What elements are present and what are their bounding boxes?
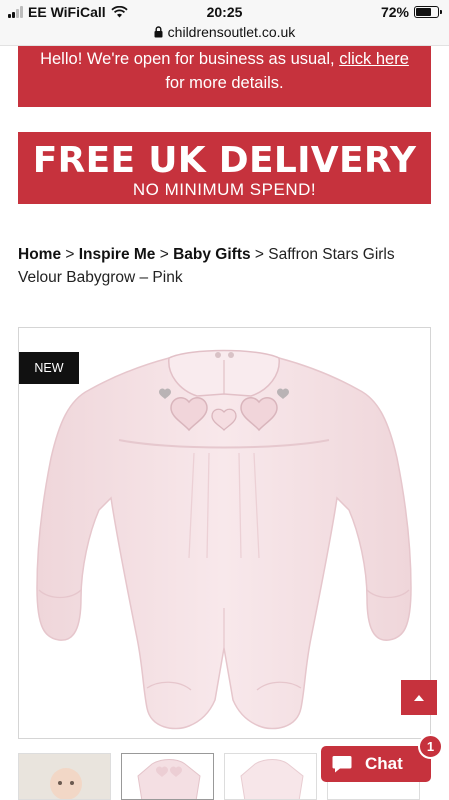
battery-icon — [414, 6, 442, 18]
thumbnail-3[interactable] — [224, 753, 317, 800]
battery-group: 72% — [380, 4, 442, 20]
new-badge: NEW — [19, 352, 79, 384]
free-delivery-banner[interactable]: FREE UK DELIVERY NO MINIMUM SPEND! — [18, 132, 431, 204]
breadcrumb-separator: > — [250, 246, 269, 263]
chat-button[interactable]: Chat — [321, 746, 431, 782]
scroll-to-top-button[interactable] — [401, 680, 437, 715]
babygrow-image — [36, 349, 412, 730]
url-text: childrensoutlet.co.uk — [167, 24, 296, 40]
notice-text: Hello! We're open for business as usual, — [40, 50, 340, 68]
click-here-link[interactable]: click here — [339, 50, 409, 68]
chat-bubble-icon — [332, 756, 352, 773]
breadcrumb: Home > Inspire Me > Baby Gifts > Saffron… — [18, 243, 438, 289]
thumbnail-2[interactable] — [121, 753, 214, 800]
baby-photo-thumbnail — [19, 754, 110, 799]
breadcrumb-separator: > — [61, 246, 79, 263]
chat-label: Chat — [365, 754, 403, 773]
lock-icon — [154, 26, 163, 38]
delivery-headline: FREE UK DELIVERY — [32, 140, 417, 181]
breadcrumb-home[interactable]: Home — [18, 246, 61, 263]
breadcrumb-baby-gifts[interactable]: Baby Gifts — [173, 246, 251, 263]
babygrow-thumbnail — [137, 759, 201, 799]
product-image[interactable]: NEW — [18, 327, 431, 739]
notice-banner: Hello! We're open for business as usual,… — [18, 46, 431, 107]
status-bar: EE WiFiCall 20:25 72% — [0, 0, 449, 24]
breadcrumb-separator: > — [155, 246, 174, 263]
chat-unread-badge: 1 — [418, 734, 443, 759]
address-bar[interactable]: childrensoutlet.co.uk — [0, 24, 449, 46]
thumbnail-1[interactable] — [18, 753, 111, 800]
breadcrumb-inspire-me[interactable]: Inspire Me — [79, 246, 156, 263]
delivery-subline: NO MINIMUM SPEND! — [132, 180, 317, 199]
arrow-up-icon — [414, 694, 424, 701]
notice-text-end: for more details. — [165, 74, 284, 92]
babygrow-back-thumbnail — [240, 759, 304, 799]
battery-percent: 72% — [380, 4, 409, 20]
